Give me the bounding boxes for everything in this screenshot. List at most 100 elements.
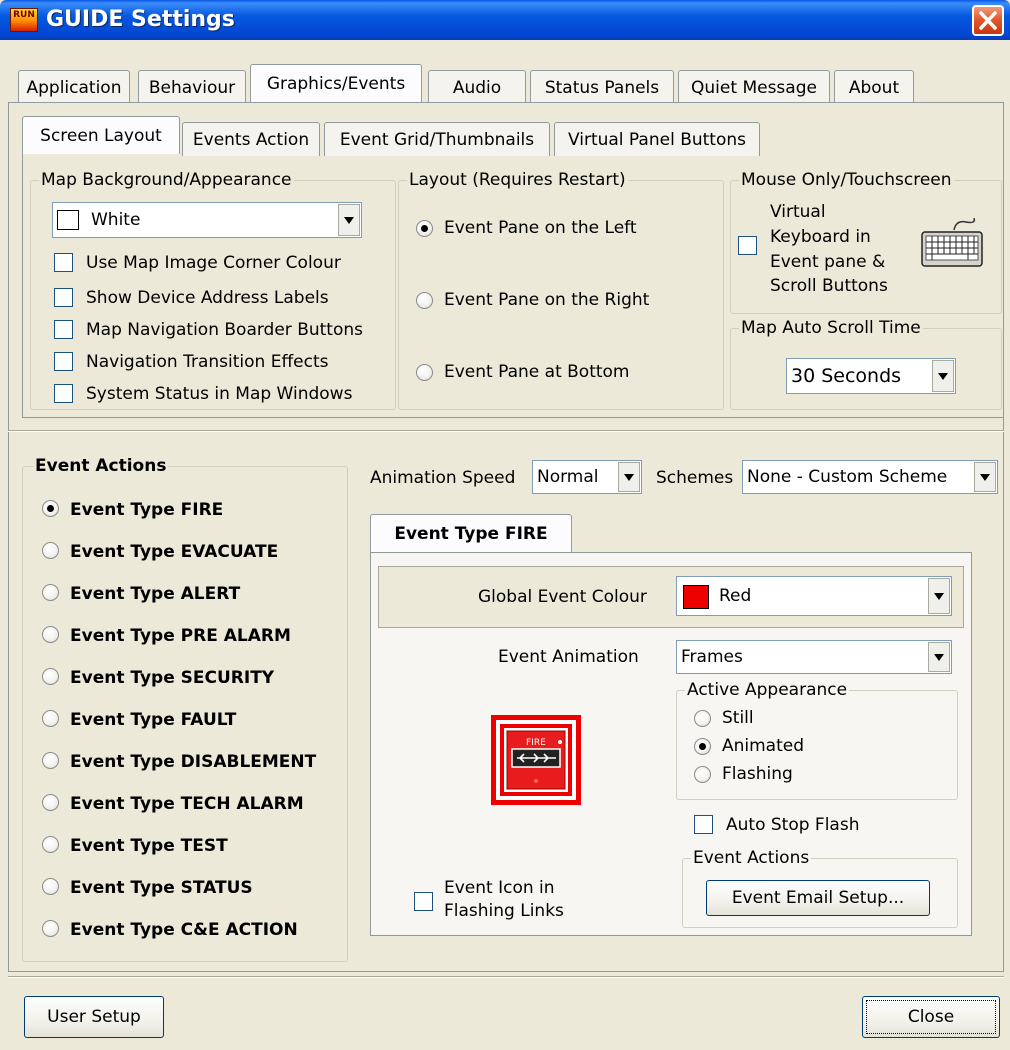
global-event-colour-dropdown[interactable]: Red [676,576,952,616]
window-close-button[interactable] [972,5,1004,36]
event-icon-flashing-links-label-1: Event Icon in [444,878,555,898]
appearance-flashing-radio[interactable] [694,766,711,783]
footer-divider [8,976,1004,978]
event-type-security-label: Event Type SECURITY [70,668,275,688]
divider [8,430,1004,432]
global-event-colour-label: Global Event Colour [478,587,647,607]
event-pane-bottom-radio[interactable] [416,364,433,381]
virtual-keyboard-checkbox[interactable] [738,236,757,255]
show-device-address-labels-checkbox[interactable] [54,288,73,307]
keyboard-icon [921,218,983,267]
event-type-fire-label: Event Type FIRE [70,500,224,520]
use-map-corner-colour-checkbox[interactable] [54,253,73,272]
map-navigation-border-buttons-checkbox[interactable] [54,320,73,339]
event-type-alert-label: Event Type ALERT [70,584,241,604]
map-background-title: Map Background/Appearance [39,170,294,190]
tab-event-type-fire[interactable]: Event Type FIRE [370,514,572,552]
appearance-still-label: Still [722,708,754,728]
tab-event-grid-thumbnails[interactable]: Event Grid/Thumbnails [324,122,550,156]
tab-behaviour[interactable]: Behaviour [138,70,246,104]
event-type-security-radio[interactable] [42,668,59,685]
tab-graphics-events[interactable]: Graphics/Events [250,64,422,102]
event-type-status-label: Event Type STATUS [70,878,253,898]
event-animation-label: Event Animation [498,647,639,667]
chevron-down-icon[interactable] [974,462,996,492]
event-type-test-radio[interactable] [42,836,59,853]
fire-icon-text: FIRE [526,738,546,748]
schemes-dropdown[interactable]: None - Custom Scheme [742,460,998,494]
use-map-corner-colour-label: Use Map Image Corner Colour [86,253,341,273]
event-type-disablement-radio[interactable] [42,752,59,769]
event-type-test-label: Event Type TEST [70,836,228,856]
auto-scroll-dropdown[interactable]: 30 Seconds [786,358,956,394]
animation-speed-label: Animation Speed [370,468,516,488]
auto-stop-flash-label: Auto Stop Flash [726,815,860,835]
navigation-transition-effects-label: Navigation Transition Effects [86,352,329,372]
tab-audio[interactable]: Audio [428,70,526,104]
event-animation-value: Frames [681,647,743,667]
event-type-tech-alarm-label: Event Type TECH ALARM [70,794,304,814]
system-status-in-map-windows-label: System Status in Map Windows [86,384,353,404]
navigation-transition-effects-checkbox[interactable] [54,352,73,371]
chevron-down-icon[interactable] [338,204,360,236]
chevron-down-icon[interactable] [928,578,950,614]
event-type-c-e-action-radio[interactable] [42,920,59,937]
event-type-evacuate-label: Event Type EVACUATE [70,542,279,562]
event-pane-bottom-label: Event Pane at Bottom [444,362,630,382]
colour-swatch [57,210,79,230]
event-icon-flashing-links-checkbox[interactable] [414,892,433,911]
auto-scroll-value: 30 Seconds [791,365,902,387]
event-actions-title: Event Actions [33,456,169,476]
tab-application[interactable]: Application [18,70,130,104]
fire-call-point-icon: FIRE [491,715,581,805]
show-device-address-labels-label: Show Device Address Labels [86,288,329,308]
event-pane-left-radio[interactable] [416,220,433,237]
event-type-c-e-action-label: Event Type C&E ACTION [70,920,298,940]
close-button[interactable]: Close [862,996,1000,1038]
tab-quiet-message[interactable]: Quiet Message [678,70,830,104]
event-pane-right-label: Event Pane on the Right [444,290,650,310]
event-type-status-radio[interactable] [42,878,59,895]
event-type-pre-alarm-radio[interactable] [42,626,59,643]
tab-about[interactable]: About [834,70,914,104]
event-type-disablement-label: Event Type DISABLEMENT [70,752,317,772]
chevron-down-icon[interactable] [928,642,950,672]
tab-events-action[interactable]: Events Action [182,122,320,156]
event-animation-dropdown[interactable]: Frames [676,640,952,674]
event-type-alert-radio[interactable] [42,584,59,601]
tab-status-panels[interactable]: Status Panels [530,70,674,104]
appearance-animated-label: Animated [722,736,805,756]
event-type-fault-radio[interactable] [42,710,59,727]
user-setup-button[interactable]: User Setup [24,996,164,1038]
system-status-in-map-windows-checkbox[interactable] [54,384,73,403]
chevron-down-icon[interactable] [618,462,640,492]
tab-virtual-panel-buttons[interactable]: Virtual Panel Buttons [554,122,760,156]
auto-scroll-title: Map Auto Scroll Time [739,318,923,338]
chevron-down-icon[interactable] [932,360,954,392]
event-type-tech-alarm-radio[interactable] [42,794,59,811]
window-title: GUIDE Settings [46,7,235,32]
event-pane-right-radio[interactable] [416,292,433,309]
auto-stop-flash-checkbox[interactable] [694,815,713,834]
virtual-keyboard-label-1: Virtual [770,202,826,222]
map-colour-dropdown[interactable]: White [52,202,362,238]
event-type-evacuate-radio[interactable] [42,542,59,559]
colour-swatch [683,585,709,609]
virtual-keyboard-label-4: Scroll Buttons [770,276,888,296]
event-type-fire-radio[interactable] [42,500,59,517]
tab-screen-layout[interactable]: Screen Layout [22,116,180,154]
appearance-flashing-label: Flashing [722,764,793,784]
app-fire-icon: RUN [10,8,38,32]
global-event-colour-value: Red [719,586,752,606]
active-appearance-title: Active Appearance [685,680,850,700]
event-icon-flashing-links-label-2: Flashing Links [444,901,564,921]
animation-speed-dropdown[interactable]: Normal [532,460,642,494]
appearance-still-radio[interactable] [694,710,711,727]
schemes-value: None - Custom Scheme [747,467,948,487]
map-colour-value: White [91,210,141,230]
close-icon [979,11,997,30]
event-email-setup-button[interactable]: Event Email Setup... [706,880,930,916]
active-appearance-group: Active Appearance [676,680,958,800]
layout-title: Layout (Requires Restart) [407,170,628,190]
appearance-animated-radio[interactable] [694,738,711,755]
